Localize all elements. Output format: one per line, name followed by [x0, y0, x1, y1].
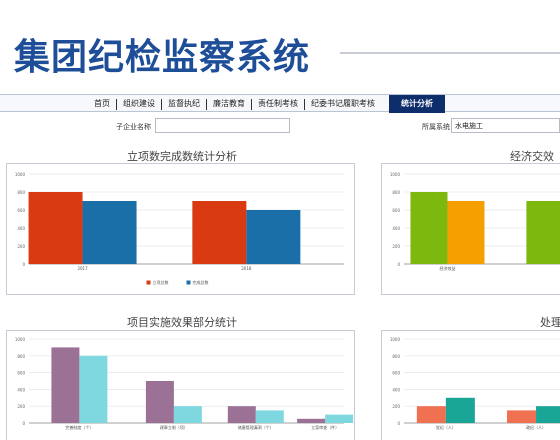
- bar: [410, 192, 448, 264]
- filter-row: 子企业名称 所属系统: [0, 116, 560, 136]
- y-tick-label: 1000: [15, 172, 26, 177]
- y-tick-label: 200: [392, 244, 400, 249]
- bar: [536, 406, 560, 423]
- title-divider: [340, 52, 560, 54]
- y-tick-label: 0: [22, 421, 25, 426]
- legend-swatch: [146, 280, 151, 285]
- panel-3-title: 项目实施效果部分统计: [127, 316, 237, 329]
- bar: [297, 418, 326, 423]
- y-tick-label: 200: [392, 404, 400, 409]
- slide: 集团纪检监察系统 首页 组织建设 监督执纪 廉洁教育 责任制考核 纪委书记履职考…: [0, 0, 560, 440]
- bar: [526, 201, 560, 264]
- y-tick-label: 800: [17, 354, 25, 359]
- chart-2-svg: 0 200 400 600 800 1000 经济效益: [390, 172, 560, 271]
- nav-item-supervision[interactable]: 监督执纪: [162, 95, 206, 113]
- y-tick-label: 800: [392, 354, 400, 359]
- nav-item-home[interactable]: 首页: [88, 95, 116, 113]
- bar: [51, 347, 80, 423]
- bar: [192, 201, 247, 264]
- bar: [325, 414, 354, 423]
- chart-panel-2: 0 200 400 600 800 1000 经济效益: [381, 163, 560, 295]
- x-tick-label: 政纪（人）: [526, 424, 546, 430]
- x-tick-label: 完善制度（个）: [65, 424, 93, 430]
- system-input[interactable]: [451, 118, 560, 133]
- nav-item-org[interactable]: 组织建设: [117, 95, 161, 113]
- bar: [507, 410, 537, 423]
- y-tick-label: 200: [17, 244, 25, 249]
- bar: [445, 397, 475, 423]
- chart-1-svg: 0 200 400 600 800 1000 2017 2018 立项总数 完成总数: [15, 172, 344, 285]
- y-tick-label: 400: [17, 226, 25, 231]
- y-tick-label: 600: [17, 371, 25, 376]
- x-tick-label: 建章立制（项）: [160, 424, 188, 430]
- x-tick-label: 立案审查（件）: [311, 424, 339, 430]
- company-label: 子企业名称: [116, 123, 151, 131]
- panel-2-title: 经济交效: [510, 150, 554, 163]
- chart-4-svg: 0 200 400 600 800 1000 党纪（人） 政纪（人）: [390, 337, 560, 430]
- bar: [255, 410, 284, 423]
- bar: [145, 381, 174, 423]
- company-input[interactable]: [155, 118, 290, 133]
- x-tick-label: 2017: [77, 266, 88, 271]
- slide-title: 集团纪检监察系统: [14, 37, 311, 78]
- y-tick-label: 0: [22, 262, 25, 267]
- system-label: 所属系统: [422, 123, 450, 131]
- nav-item-statistics[interactable]: 统计分析: [389, 95, 445, 113]
- y-tick-label: 1000: [15, 337, 26, 342]
- nav-item-responsibility[interactable]: 责任制考核: [252, 95, 304, 113]
- y-tick-label: 600: [392, 208, 400, 213]
- y-tick-label: 800: [17, 190, 25, 195]
- chart-panel-3: 0 200 400 600 800 1000 完善制度（个） 建章立制（项） 堵塞管理漏洞（个）…: [6, 330, 355, 440]
- y-tick-label: 600: [392, 371, 400, 376]
- y-tick-label: 1000: [390, 172, 401, 177]
- chart-panel-4: 0 200 400 600 800 1000 党纪（人） 政纪（人）: [381, 330, 560, 440]
- y-tick-label: 400: [392, 387, 400, 392]
- top-nav: 首页 组织建设 监督执纪 廉洁教育 责任制考核 纪委书记履职考核 统计分析: [0, 94, 560, 113]
- y-tick-label: 1000: [390, 337, 401, 342]
- bar: [416, 406, 446, 423]
- nav-item-secretary[interactable]: 纪委书记履职考核: [305, 95, 381, 113]
- chart-panel-1: 0 200 400 600 800 1000 2017 2018 立项总数 完成总数: [6, 163, 355, 295]
- y-tick-label: 400: [392, 226, 400, 231]
- y-tick-label: 600: [17, 208, 25, 213]
- bar: [79, 355, 108, 423]
- x-tick-label: 党纪（人）: [436, 424, 456, 430]
- bar: [227, 406, 256, 423]
- panel-1-title: 立项数完成数统计分析: [127, 150, 237, 163]
- y-tick-label: 800: [392, 190, 400, 195]
- bar: [246, 210, 301, 264]
- bar: [28, 192, 83, 264]
- x-tick-label: 经济效益: [439, 265, 455, 271]
- legend-label: 完成总数: [193, 279, 209, 285]
- y-tick-label: 200: [17, 404, 25, 409]
- legend-swatch: [186, 280, 191, 285]
- chart-3-svg: 0 200 400 600 800 1000 完善制度（个） 建章立制（项） 堵塞管理漏洞（个）…: [15, 337, 354, 430]
- bar: [173, 406, 202, 423]
- y-tick-label: 400: [17, 387, 25, 392]
- y-tick-label: 0: [397, 262, 400, 267]
- bar: [82, 201, 137, 264]
- nav-item-education[interactable]: 廉洁教育: [207, 95, 251, 113]
- bar: [447, 201, 485, 264]
- x-tick-label: 堵塞管理漏洞（个）: [238, 424, 274, 430]
- panel-4-title: 处理: [540, 316, 560, 329]
- legend-label: 立项总数: [153, 279, 169, 285]
- y-tick-label: 0: [397, 421, 400, 426]
- x-tick-label: 2018: [241, 266, 252, 271]
